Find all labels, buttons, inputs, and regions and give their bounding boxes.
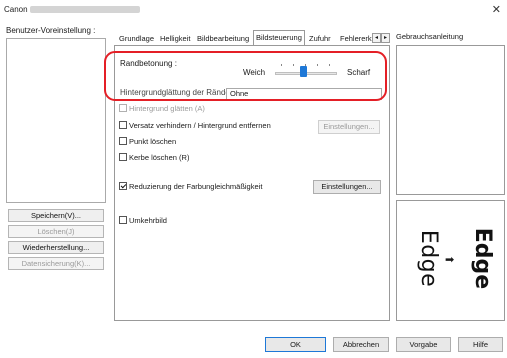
- slider-tick: [317, 64, 318, 66]
- help-title: Gebrauchsanleitung: [396, 32, 464, 41]
- cancel-button[interactable]: Abbrechen: [333, 337, 389, 352]
- tab-fehlererkennung[interactable]: Fehlererk: [337, 32, 375, 45]
- backup-preset-button[interactable]: Datensicherung(K)...: [8, 257, 104, 270]
- option-label: Hintergrund glätten (A): [129, 104, 205, 113]
- reduce-color-unevenness-option[interactable]: Reduzierung der Farbungleichmäßigkeit: [119, 182, 262, 191]
- invert-image-option[interactable]: Umkehrbild: [119, 216, 167, 225]
- slider-tick: [293, 64, 294, 66]
- help-text-area: [396, 45, 505, 195]
- bleed-settings-button[interactable]: Einstellungen...: [318, 120, 380, 134]
- checkbox-icon[interactable]: [119, 121, 127, 129]
- option-label: Umkehrbild: [129, 216, 167, 225]
- close-icon[interactable]: ✕: [492, 3, 501, 16]
- checkbox-icon[interactable]: [119, 104, 127, 112]
- checkbox-icon[interactable]: [119, 137, 127, 145]
- help-button[interactable]: Hilfe: [458, 337, 503, 352]
- tab-zufuhr[interactable]: Zufuhr: [306, 32, 334, 45]
- option-label: Punkt löschen: [129, 137, 177, 146]
- window-title-redacted: [30, 6, 140, 13]
- tab-next-icon[interactable]: ▸: [381, 33, 390, 43]
- slider-tick: [329, 64, 330, 66]
- user-preset-label: Benutzer-Voreinstellung :: [6, 26, 96, 35]
- slider-max-label: Scharf: [347, 68, 371, 77]
- default-button[interactable]: Vorgabe: [396, 337, 451, 352]
- tab-bildbearbeitung[interactable]: Bildbearbeitung: [194, 32, 252, 45]
- option-label: Reduzierung der Farbungleichmäßigkeit: [129, 182, 263, 191]
- ok-button[interactable]: OK: [265, 337, 326, 352]
- checkbox-icon[interactable]: [119, 153, 127, 161]
- prevent-bleed-option[interactable]: Versatz verhindern / Hintergrund entfern…: [119, 121, 271, 130]
- option-label: Versatz verhindern / Hintergrund entfern…: [129, 121, 271, 130]
- tab-grundlage[interactable]: Grundlage: [116, 32, 157, 45]
- user-preset-list[interactable]: [6, 38, 106, 203]
- preview-soft-edge-text: Edge: [416, 229, 442, 288]
- save-preset-button[interactable]: Speichern(V)...: [8, 209, 104, 222]
- tab-helligkeit[interactable]: Helligkeit: [157, 32, 193, 45]
- erase-dot-option[interactable]: Punkt löschen: [119, 137, 176, 146]
- option-label: Kerbe löschen (R): [129, 153, 190, 162]
- color-unevenness-settings-button[interactable]: Einstellungen...: [313, 180, 381, 194]
- smooth-background-option[interactable]: Hintergrund glätten (A): [119, 104, 205, 113]
- slider-min-label: Weich: [243, 68, 266, 77]
- preview-sharp-edge-text: Edge: [470, 227, 496, 290]
- tab-prev-icon[interactable]: ◂: [372, 33, 381, 43]
- slider-tick: [281, 64, 282, 66]
- checkbox-checked-icon[interactable]: [119, 182, 127, 190]
- arrow-icon: ➡: [445, 254, 455, 266]
- edge-emphasis-label: Randbetonung :: [120, 59, 177, 68]
- checkbox-icon[interactable]: [119, 216, 127, 224]
- tab-bildsteuerung[interactable]: Bildsteuerung: [253, 30, 305, 45]
- title-bar: Canon ✕: [0, 0, 507, 22]
- restore-preset-button[interactable]: Wiederherstellung...: [8, 241, 104, 254]
- edge-emphasis-slider-thumb[interactable]: [299, 66, 307, 77]
- erase-notch-option[interactable]: Kerbe löschen (R): [119, 153, 189, 162]
- delete-preset-button[interactable]: Löschen(J): [8, 225, 104, 238]
- window-title: Canon: [4, 5, 28, 14]
